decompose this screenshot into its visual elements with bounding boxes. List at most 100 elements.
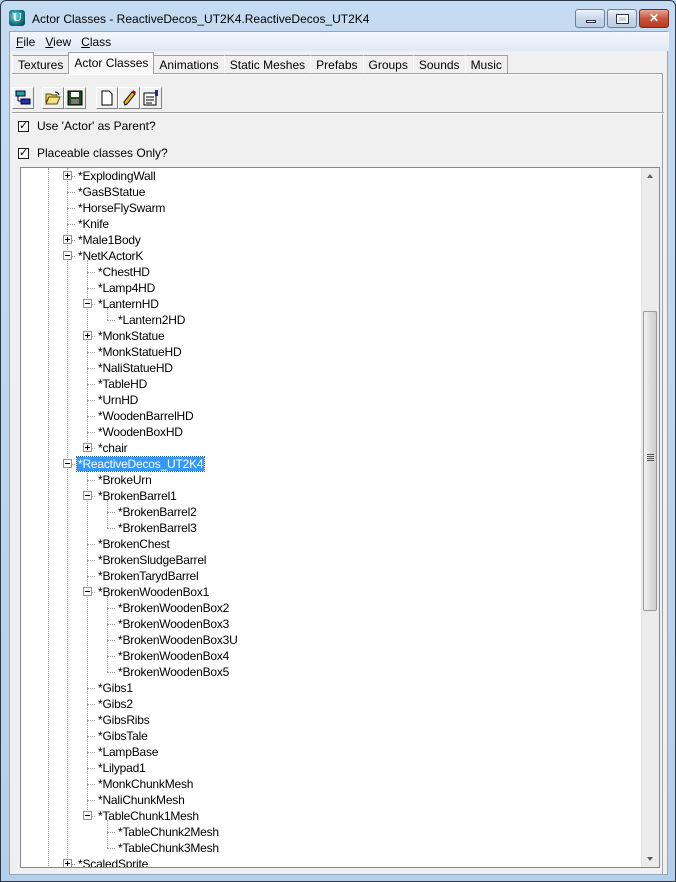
save-button[interactable] [64, 87, 86, 109]
tree-item-label[interactable]: *Gibs1 [97, 681, 134, 695]
tree-item-label[interactable]: *Lilypad1 [97, 761, 147, 775]
use-actor-parent-checkbox[interactable] [18, 119, 29, 132]
maximize-button[interactable] [607, 9, 637, 28]
tree-item[interactable]: *Lamp4HD [21, 280, 641, 296]
expand-plus-icon[interactable] [63, 171, 72, 180]
expand-plus-icon[interactable] [63, 235, 72, 244]
tree-item-label[interactable]: *BrokenBarrel1 [97, 489, 178, 503]
menu-file[interactable]: File [12, 32, 41, 51]
tree-item[interactable]: *NaliChunkMesh [21, 792, 641, 808]
scrollbar-thumb[interactable] [643, 311, 657, 611]
tree-item[interactable]: *MonkStatue [21, 328, 641, 344]
tree-item-label[interactable]: *BrokenWoodenBox2 [117, 601, 230, 615]
tree-item-label[interactable]: *TableHD [97, 377, 148, 391]
tree-item-label[interactable]: *BrokenWoodenBox5 [117, 665, 230, 679]
scroll-up-arrow-icon[interactable] [642, 168, 659, 185]
tree-item-label[interactable]: *BrokenBarrel3 [117, 521, 198, 535]
tree-item-label[interactable]: *ExplodingWall [77, 169, 156, 183]
tree-item[interactable]: *WoodenBarrelHD [21, 408, 641, 424]
tree-item-label[interactable]: *NaliStatueHD [97, 361, 174, 375]
tree-item[interactable]: *BrokenSludgeBarrel [21, 552, 641, 568]
default-properties-button[interactable] [140, 87, 162, 109]
tree-item-label[interactable]: *BrokenSludgeBarrel [97, 553, 207, 567]
class-tree-button[interactable] [12, 87, 34, 109]
tree-item-label[interactable]: *LampBase [97, 745, 159, 759]
tree-item-label[interactable]: *TableChunk3Mesh [117, 841, 220, 855]
tree-item-label[interactable]: *Male1Body [77, 233, 142, 247]
collapse-minus-icon[interactable] [83, 491, 92, 500]
tree-item[interactable]: *GasBStatue [21, 184, 641, 200]
tree-item-label[interactable]: *GibsTale [97, 729, 149, 743]
tree-item-label[interactable]: *HorseFlySwarm [77, 201, 166, 215]
tree-item-label[interactable]: *Lantern2HD [117, 313, 186, 327]
edit-script-button[interactable] [118, 87, 140, 109]
tree-item[interactable]: *TableHD [21, 376, 641, 392]
tab-groups[interactable]: Groups [362, 55, 414, 74]
tree-item[interactable]: *ScaledSprite [21, 856, 641, 867]
tree-item-label[interactable]: *BrokenWoodenBox1 [97, 585, 210, 599]
tree-item[interactable]: *ExplodingWall [21, 168, 641, 184]
tree-item-label[interactable]: *MonkChunkMesh [97, 777, 194, 791]
new-class-button[interactable] [96, 87, 118, 109]
tab-music[interactable]: Music [464, 55, 508, 74]
title-bar[interactable]: U Actor Classes - ReactiveDecos_UT2K4.Re… [1, 1, 675, 31]
tree-item-label[interactable]: *BrokenWoodenBox4 [117, 649, 230, 663]
placeable-only-option[interactable]: Placeable classes Only? [18, 145, 168, 161]
close-button[interactable]: ✕ [639, 9, 669, 28]
tree-item[interactable]: *UrnHD [21, 392, 641, 408]
tab-static-meshes[interactable]: Static Meshes [223, 55, 312, 74]
tree-item[interactable]: *Lilypad1 [21, 760, 641, 776]
tree-item[interactable]: *BrokenWoodenBox5 [21, 664, 641, 680]
tree-item[interactable]: *BrokenBarrel3 [21, 520, 641, 536]
menu-view[interactable]: View [41, 32, 77, 51]
tree-item[interactable]: *LanternHD [21, 296, 641, 312]
tree-item[interactable]: *Gibs2 [21, 696, 641, 712]
tree-item-label[interactable]: *BrokenTarydBarrel [97, 569, 199, 583]
tree-item-label[interactable]: *WoodenBoxHD [97, 425, 184, 439]
tree-item[interactable]: *NaliStatueHD [21, 360, 641, 376]
minimize-button[interactable] [575, 9, 605, 28]
tree-item-label[interactable]: *Gibs2 [97, 697, 134, 711]
tree-item[interactable]: *GibsRibs [21, 712, 641, 728]
tree-item[interactable]: *BrokenBarrel1 [21, 488, 641, 504]
tree-item-label[interactable]: *WoodenBarrelHD [97, 409, 195, 423]
tree-item[interactable]: *BrokeUrn [21, 472, 641, 488]
tree-item[interactable]: *MonkStatueHD [21, 344, 641, 360]
tree-item-label[interactable]: *GibsRibs [97, 713, 151, 727]
tree-item[interactable]: *BrokenWoodenBox1 [21, 584, 641, 600]
tree-item-label[interactable]: *BrokenWoodenBox3U [117, 633, 239, 647]
tree-item-label[interactable]: *Lamp4HD [97, 281, 156, 295]
collapse-minus-icon[interactable] [63, 459, 72, 468]
tree-item[interactable]: *MonkChunkMesh [21, 776, 641, 792]
expand-plus-icon[interactable] [83, 331, 92, 340]
tree-item[interactable]: *TableChunk1Mesh [21, 808, 641, 824]
tree-item[interactable]: *TableChunk3Mesh [21, 840, 641, 856]
tree-item-label[interactable]: *BrokeUrn [97, 473, 153, 487]
tree-item[interactable]: *chair [21, 440, 641, 456]
tab-animations[interactable]: Animations [153, 55, 225, 74]
tab-textures[interactable]: Textures [12, 55, 70, 74]
tree-item-label[interactable]: *Knife [77, 217, 110, 231]
tab-actor-classes[interactable]: Actor Classes [68, 52, 155, 74]
placeable-only-checkbox[interactable] [18, 146, 29, 159]
tab-prefabs[interactable]: Prefabs [310, 55, 364, 74]
tree-item[interactable]: *WoodenBoxHD [21, 424, 641, 440]
tree-item-label[interactable]: *BrokenBarrel2 [117, 505, 198, 519]
tree-item[interactable]: *GibsTale [21, 728, 641, 744]
tree-item[interactable]: *LampBase [21, 744, 641, 760]
tree-item[interactable]: *HorseFlySwarm [21, 200, 641, 216]
tree-item[interactable]: *BrokenTarydBarrel [21, 568, 641, 584]
collapse-minus-icon[interactable] [83, 811, 92, 820]
tree-item-label[interactable]: *BrokenWoodenBox3 [117, 617, 230, 631]
tree-item-label[interactable]: *MonkStatue [97, 329, 166, 343]
tree-item[interactable]: *NetKActorK [21, 248, 641, 264]
tree-item-label[interactable]: *UrnHD [97, 393, 139, 407]
tree-item[interactable]: *BrokenChest [21, 536, 641, 552]
tree-item-label[interactable]: *TableChunk1Mesh [97, 809, 200, 823]
tree-item-label[interactable]: *ChestHD [97, 265, 151, 279]
tree-item[interactable]: *TableChunk2Mesh [21, 824, 641, 840]
tree-item[interactable]: *Lantern2HD [21, 312, 641, 328]
tree-item-label[interactable]: *LanternHD [97, 297, 160, 311]
tree-item-label[interactable]: *NetKActorK [77, 249, 144, 263]
tree-item-label[interactable]: *MonkStatueHD [97, 345, 182, 359]
